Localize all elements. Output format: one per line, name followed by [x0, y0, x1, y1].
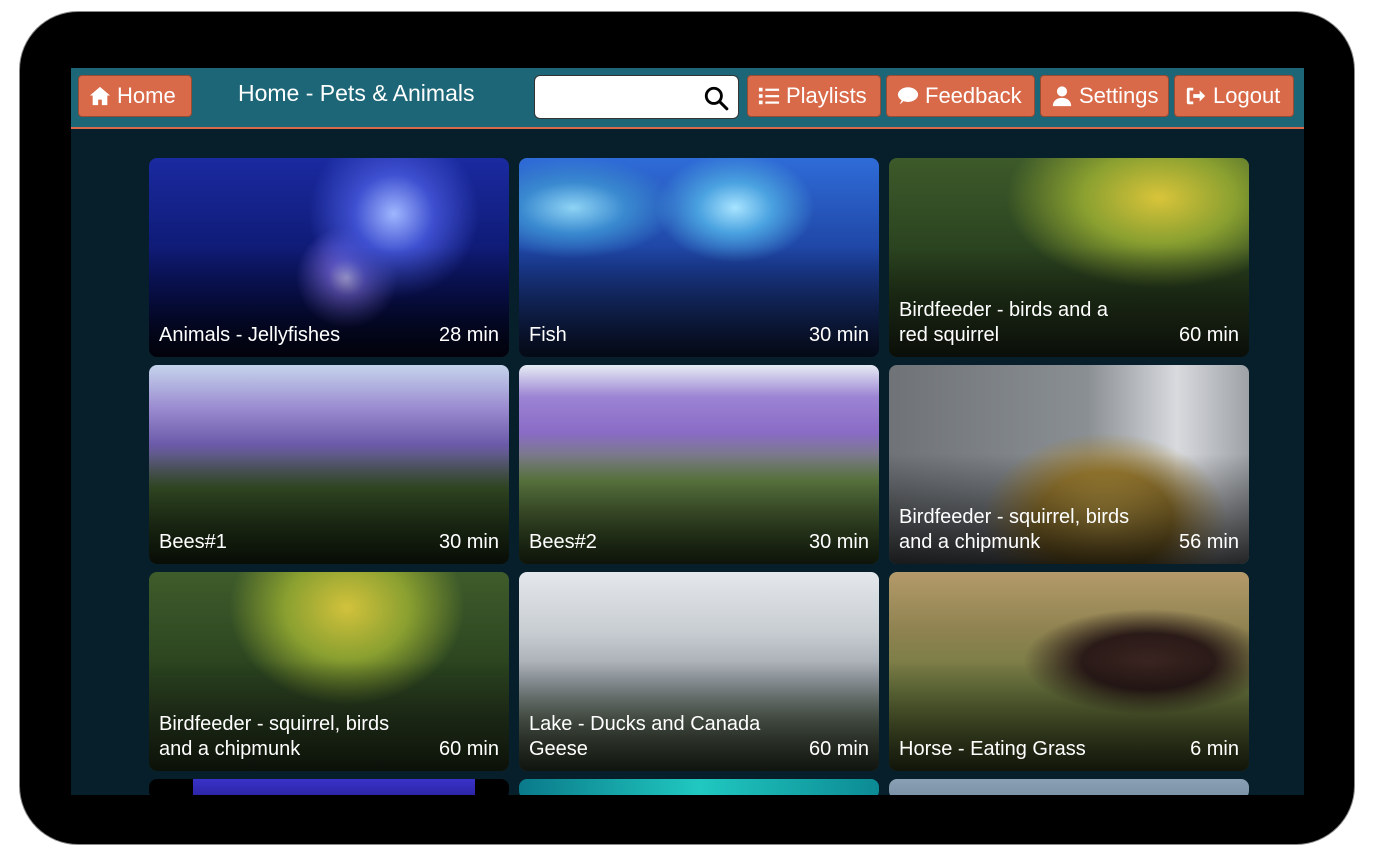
playlists-button[interactable]: Playlists [747, 75, 881, 117]
feedback-button[interactable]: Feedback [886, 75, 1035, 117]
video-title: Animals - Jellyfishes [159, 324, 341, 346]
video-duration: 30 min [438, 531, 499, 553]
video-thumbnail [519, 779, 879, 795]
search-box[interactable] [534, 75, 739, 119]
video-card[interactable] [149, 779, 509, 795]
top-navigation-bar: Home Home - Pets & Animals Playlists Fee… [71, 68, 1304, 129]
comment-icon [897, 87, 919, 105]
settings-button[interactable]: Settings [1040, 75, 1169, 117]
video-title: Lake - Ducks and Canada Geese [529, 713, 761, 760]
video-thumbnail [193, 779, 475, 795]
home-button[interactable]: Home [78, 75, 192, 117]
app-screen: Home Home - Pets & Animals Playlists Fee… [71, 68, 1304, 795]
video-card[interactable]: Birdfeeder - squirrel, birds and a chipm… [889, 365, 1249, 564]
video-duration: 6 min [1190, 738, 1239, 760]
search-input[interactable] [541, 82, 705, 114]
video-duration: 56 min [1178, 531, 1239, 553]
logout-button[interactable]: Logout [1174, 75, 1294, 117]
video-duration: 28 min [438, 324, 499, 346]
video-duration: 60 min [1178, 324, 1239, 346]
video-duration: 30 min [808, 531, 869, 553]
video-card[interactable]: Horse - Eating Grass 6 min [889, 572, 1249, 771]
home-icon [89, 86, 111, 106]
video-title: Birdfeeder - squirrel, birds and a chipm… [159, 713, 390, 760]
settings-button-label: Settings [1079, 83, 1159, 108]
search-icon[interactable] [703, 85, 729, 111]
video-duration: 60 min [438, 738, 499, 760]
video-title: Fish [529, 324, 567, 346]
video-title: Birdfeeder - birds and a red squirrel [899, 299, 1109, 346]
video-duration: 30 min [808, 324, 869, 346]
video-title: Horse - Eating Grass [899, 738, 1086, 760]
video-card[interactable]: Lake - Ducks and Canada Geese 60 min [519, 572, 879, 771]
video-title: Birdfeeder - squirrel, birds and a chipm… [899, 506, 1130, 553]
video-title: Bees#1 [159, 531, 227, 553]
video-card[interactable]: Fish 30 min [519, 158, 879, 357]
user-icon [1052, 86, 1072, 107]
video-card[interactable]: Birdfeeder - squirrel, birds and a chipm… [149, 572, 509, 771]
video-thumbnail [889, 779, 1249, 795]
video-card[interactable] [889, 779, 1249, 795]
video-card[interactable] [519, 779, 879, 795]
sign-out-icon [1186, 87, 1206, 105]
video-card[interactable]: Bees#1 30 min [149, 365, 509, 564]
video-card[interactable]: Birdfeeder - birds and a red squirrel 60… [889, 158, 1249, 357]
feedback-button-label: Feedback [925, 83, 1022, 108]
list-icon [758, 87, 780, 105]
logout-button-label: Logout [1213, 83, 1281, 108]
video-title: Bees#2 [529, 531, 597, 553]
page-title: Home - Pets & Animals [238, 80, 475, 106]
video-card[interactable]: Animals - Jellyfishes 28 min [149, 158, 509, 357]
home-button-label: Home [117, 83, 176, 108]
video-duration: 60 min [808, 738, 869, 760]
video-card[interactable]: Bees#2 30 min [519, 365, 879, 564]
playlists-button-label: Playlists [786, 83, 867, 108]
